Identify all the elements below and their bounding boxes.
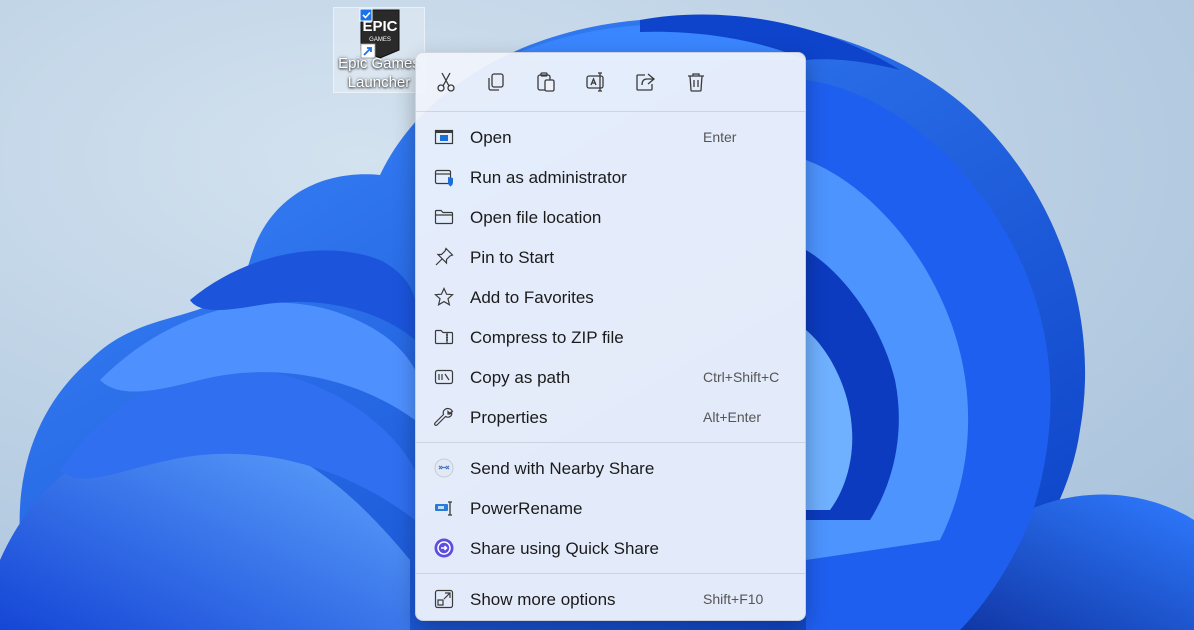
pin-icon [434,247,454,267]
menu-item-label: Share using Quick Share [470,539,659,558]
context-menu: Open Enter Run as administrator Open fil… [415,52,806,621]
cut-button[interactable] [433,69,459,95]
menu-item-shortcut: Alt+Enter [703,409,761,425]
menu-item-pin-to-start[interactable]: Pin to Start [422,239,799,275]
menu-item-quick-share[interactable]: Share using Quick Share [422,530,799,566]
menu-item-label: PowerRename [470,499,583,518]
delete-button[interactable] [683,69,709,95]
menu-item-label: Compress to ZIP file [470,328,624,347]
zip-folder-icon [434,327,454,347]
powerrename-icon [434,498,454,518]
trash-icon [688,73,704,92]
nearby-share-icon [434,458,454,478]
menu-item-powerrename[interactable]: PowerRename [422,490,799,526]
menu-item-label: Show more options [470,590,616,609]
menu-separator [416,573,805,574]
menu-item-compress-to-zip[interactable]: Compress to ZIP file [422,319,799,355]
wrench-icon [434,407,454,427]
menu-item-label: Open [470,128,512,147]
copy-button[interactable] [483,69,509,95]
path-icon [434,367,454,387]
paste-icon [537,72,555,92]
menu-item-show-more-options[interactable]: Show more options Shift+F10 [422,581,799,617]
rename-button[interactable] [583,69,609,95]
more-options-icon [434,589,454,609]
menu-separator [416,442,805,443]
menu-item-label: Open file location [470,208,602,227]
menu-item-shortcut: Shift+F10 [703,591,764,607]
menu-separator [416,111,805,112]
copy-icon [488,73,504,91]
menu-item-shortcut: Enter [703,129,737,145]
share-button[interactable] [633,69,659,95]
menu-item-copy-as-path[interactable]: Copy as path Ctrl+Shift+C [422,359,799,395]
scissors-icon [437,72,455,92]
quick-share-icon [434,538,454,558]
menu-item-label: Run as administrator [470,168,627,187]
menu-item-open-file-location[interactable]: Open file location [422,199,799,235]
menu-item-label: Send with Nearby Share [470,459,655,478]
menu-item-run-as-administrator[interactable]: Run as administrator [422,159,799,195]
star-icon [434,287,454,307]
svg-text:GAMES: GAMES [369,37,391,43]
folder-icon [434,207,454,227]
menu-item-nearby-share[interactable]: Send with Nearby Share [422,450,799,486]
epic-games-logo-icon: EPIC GAMES [359,8,400,59]
menu-item-label: Copy as path [470,368,571,387]
menu-item-add-to-favorites[interactable]: Add to Favorites [422,279,799,315]
menu-item-open[interactable]: Open Enter [422,119,799,155]
menu-item-properties[interactable]: Properties Alt+Enter [422,399,799,435]
rename-icon [586,72,604,92]
share-icon [636,73,656,91]
paste-button[interactable] [533,69,559,95]
context-menu-toolbar [416,53,805,111]
menu-item-label: Add to Favorites [470,288,594,307]
desktop-icon-epic-games-launcher[interactable]: EPIC GAMES Epic Games Launcher [333,7,425,93]
shield-window-icon [434,167,454,187]
menu-item-label: Pin to Start [470,248,555,267]
menu-item-label: Properties [470,408,548,427]
open-window-icon [434,127,454,147]
desktop-icon-label: Epic Games Launcher [338,55,420,91]
menu-item-shortcut: Ctrl+Shift+C [703,369,780,385]
